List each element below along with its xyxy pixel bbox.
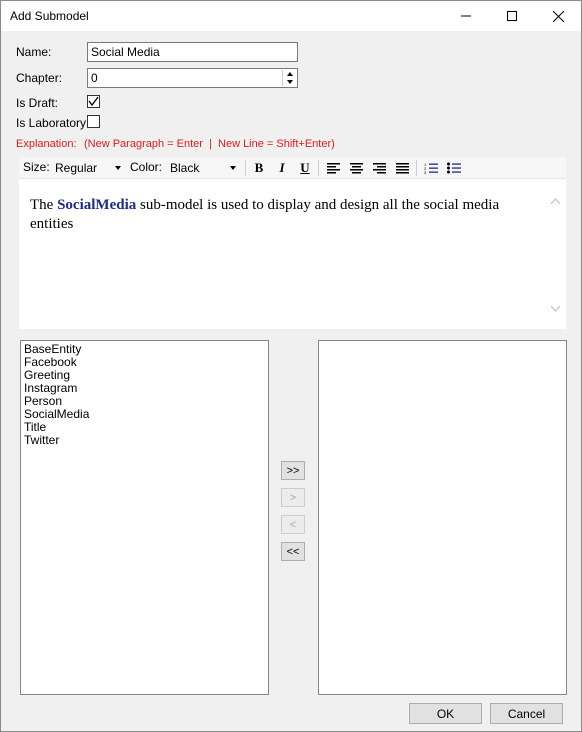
chevron-down-icon xyxy=(115,166,121,170)
remove-all-button[interactable]: << xyxy=(281,542,305,561)
remove-one-button[interactable]: < xyxy=(281,515,305,534)
chapter-value: 0 xyxy=(91,71,98,85)
maximize-icon xyxy=(507,11,517,21)
is-draft-checkbox[interactable] xyxy=(87,95,100,108)
close-button[interactable] xyxy=(535,1,581,31)
is-laboratory-checkbox[interactable] xyxy=(87,115,100,128)
spin-down-icon[interactable] xyxy=(283,78,296,86)
scroll-up-icon[interactable] xyxy=(550,195,561,207)
chapter-spin-buttons[interactable] xyxy=(282,70,296,86)
color-select[interactable]: Black xyxy=(166,158,240,178)
title-bar[interactable]: Add Submodel xyxy=(1,1,581,31)
size-value: Regular xyxy=(55,161,98,175)
align-left-icon xyxy=(326,162,340,173)
spin-up-icon[interactable] xyxy=(283,70,296,78)
list-item[interactable]: Twitter xyxy=(21,434,268,447)
size-label: Size: xyxy=(23,160,50,174)
align-center-icon xyxy=(349,162,363,173)
name-label: Name: xyxy=(16,45,52,59)
underline-button[interactable]: U xyxy=(296,159,314,177)
list-item[interactable]: SocialMedia xyxy=(21,408,268,421)
italic-button[interactable]: I xyxy=(273,159,291,177)
chapter-label: Chapter: xyxy=(16,71,63,85)
bullet-list-icon xyxy=(447,162,461,174)
explanation-hint: (New Paragraph = Enter | New Line = Shif… xyxy=(84,138,335,150)
justify-button[interactable] xyxy=(393,159,411,177)
bullet-list-button[interactable] xyxy=(445,159,463,177)
editor-toolbar: Size: Regular Color: Black B I U 123 xyxy=(19,157,566,179)
svg-text:3: 3 xyxy=(424,170,427,174)
is-laboratory-label: Is Laboratory: xyxy=(16,116,90,130)
ok-button[interactable]: OK xyxy=(409,703,482,724)
minimize-icon xyxy=(461,15,471,17)
align-right-button[interactable] xyxy=(370,159,388,177)
explanation-editor[interactable]: The SocialMedia sub-model is used to dis… xyxy=(19,179,566,329)
color-value: Black xyxy=(170,161,200,175)
add-submodel-window: Add Submodel Name: Social Media Chapter:… xyxy=(0,0,582,732)
available-entities-list[interactable]: BaseEntity Facebook Greeting Instagram P… xyxy=(20,340,269,695)
scroll-down-icon[interactable] xyxy=(550,303,561,315)
window-title: Add Submodel xyxy=(10,9,89,23)
explanation-prefix: The xyxy=(30,197,58,213)
justify-icon xyxy=(395,162,409,173)
add-one-button[interactable]: > xyxy=(281,488,305,507)
toolbar-separator xyxy=(416,160,417,176)
toolbar-separator xyxy=(245,160,246,176)
bold-button[interactable]: B xyxy=(250,159,268,177)
align-left-button[interactable] xyxy=(324,159,342,177)
explanation-label: Explanation: xyxy=(16,138,77,150)
selected-entities-list[interactable] xyxy=(318,340,567,695)
toolbar-separator xyxy=(318,160,319,176)
size-select[interactable]: Regular xyxy=(51,158,125,178)
checkmark-icon xyxy=(88,96,99,107)
explanation-keyword: SocialMedia xyxy=(57,197,137,213)
add-all-button[interactable]: >> xyxy=(281,461,305,480)
cancel-button[interactable]: Cancel xyxy=(490,703,563,724)
color-label: Color: xyxy=(130,160,163,174)
close-icon xyxy=(552,10,564,22)
align-center-button[interactable] xyxy=(347,159,365,177)
name-field[interactable]: Social Media xyxy=(87,42,298,62)
is-draft-label: Is Draft: xyxy=(16,96,59,110)
chapter-stepper[interactable]: 0 xyxy=(87,68,298,88)
align-right-icon xyxy=(372,162,386,173)
numbered-list-button[interactable]: 123 xyxy=(422,159,440,177)
maximize-button[interactable] xyxy=(489,1,535,31)
explanation-text: The SocialMedia sub-model is used to dis… xyxy=(30,196,530,234)
chevron-down-icon xyxy=(230,166,236,170)
numbered-list-icon: 123 xyxy=(424,162,438,174)
minimize-button[interactable] xyxy=(443,1,489,31)
